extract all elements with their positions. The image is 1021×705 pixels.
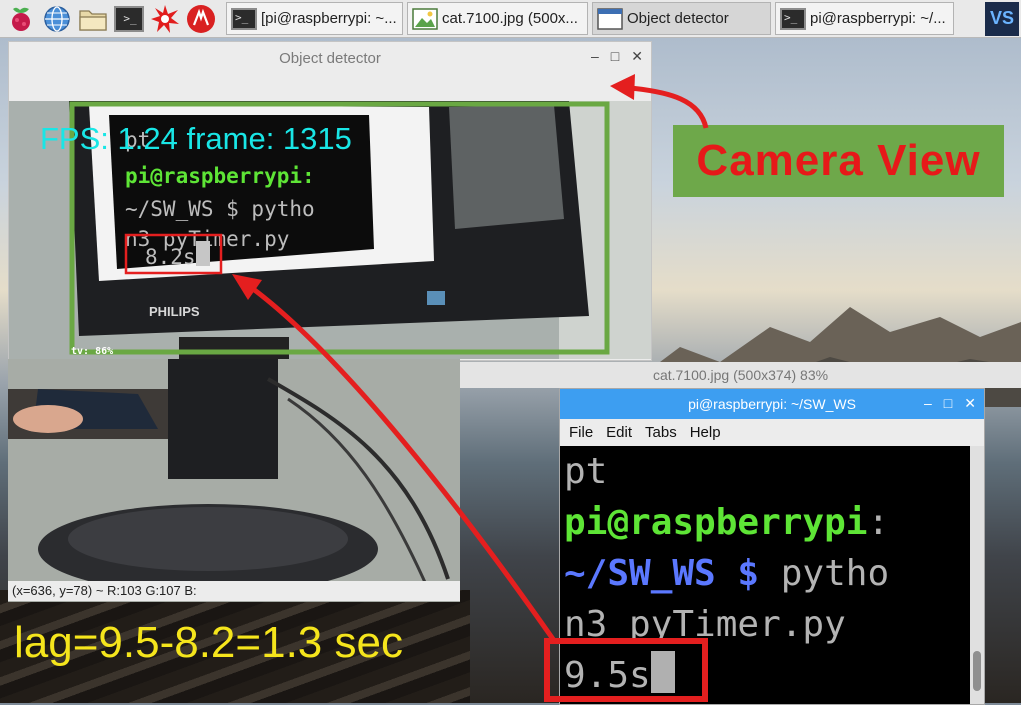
- terminal-icon[interactable]: >_: [114, 5, 144, 32]
- terminal-icon: >_: [231, 7, 257, 30]
- globe-icon[interactable]: [42, 4, 72, 34]
- menu-file[interactable]: File: [569, 424, 593, 441]
- task-label: Object detector: [627, 10, 729, 27]
- task-label: [pi@raspberrypi: ~...: [261, 10, 397, 27]
- task-label: pi@raspberrypi: ~/...: [810, 10, 946, 27]
- burst-icon[interactable]: [150, 4, 180, 34]
- terminal-output[interactable]: pt pi@raspberrypi: ~/SW_WS $ pytho n3 py…: [560, 446, 970, 704]
- terminal-window: pi@raspberrypi: ~/SW_WS – □ ✕ File Edit …: [559, 388, 985, 705]
- terminal-output-line: 9.5s: [560, 650, 970, 701]
- task-object-detector[interactable]: Object detector: [592, 2, 771, 35]
- screen-time: 8.2s: [145, 245, 196, 269]
- close-icon[interactable]: ✕: [631, 48, 643, 65]
- menu-tabs[interactable]: Tabs: [645, 424, 677, 441]
- window-title: Object detector: [279, 49, 381, 67]
- object-detector-window: Object detector – □ ✕ PHILIPS pt pi@rasp…: [8, 41, 652, 361]
- scrollbar-thumb[interactable]: [973, 651, 981, 691]
- terminal-title: pi@raspberrypi: ~/SW_WS: [688, 396, 856, 412]
- timer-output: 9.5s: [564, 655, 651, 696]
- command-part-2: n3 pyTimer.py: [564, 604, 846, 645]
- close-icon[interactable]: ✕: [964, 395, 976, 412]
- task-terminal-2[interactable]: >_ pi@raspberrypi: ~/...: [775, 2, 954, 35]
- terminal-icon: >_: [780, 7, 806, 30]
- monitor-brand: PHILIPS: [149, 304, 200, 319]
- camera-view-label: Camera View: [673, 125, 1004, 197]
- task-label: cat.7100.jpg (500x...: [442, 10, 578, 27]
- minimize-icon[interactable]: –: [591, 48, 599, 65]
- terminal-prompt-line: pi@raspberrypi:: [560, 497, 970, 548]
- fps-overlay: FPS: 1.24 frame: 1315: [40, 121, 352, 156]
- wolfram-icon[interactable]: [186, 4, 216, 34]
- minimize-icon[interactable]: –: [924, 395, 932, 412]
- detection-label: tv: 86%: [71, 346, 113, 357]
- window-icon: [597, 7, 623, 30]
- image-viewer-titlebar[interactable]: cat.7100.jpg (500x374) 83%: [460, 362, 1021, 388]
- prompt-user: pi@raspberrypi: [564, 502, 868, 543]
- terminal-scrollbar[interactable]: [970, 446, 984, 704]
- prompt-colon: :: [867, 502, 890, 543]
- screen-line-2: pi@raspberrypi:: [125, 164, 315, 188]
- screen-line-3: ~/SW_WS $ pytho: [125, 197, 315, 221]
- terminal-cursor: [650, 651, 675, 693]
- task-terminal-1[interactable]: >_ [pi@raspberrypi: ~...: [226, 2, 403, 35]
- image-viewer-title: cat.7100.jpg (500x374) 83%: [652, 367, 829, 383]
- raspberry-icon[interactable]: [6, 4, 36, 34]
- vs-tray-icon[interactable]: VS: [985, 1, 1019, 36]
- terminal-titlebar[interactable]: pi@raspberrypi: ~/SW_WS – □ ✕: [560, 389, 984, 419]
- taskbar: >_ >_ [pi@raspberrypi: ~... cat.7100.jpg…: [0, 0, 1021, 38]
- terminal-line: pt: [564, 451, 608, 492]
- prompt-path: ~/SW_WS $: [564, 553, 760, 594]
- folder-icon[interactable]: [78, 4, 108, 34]
- command-part-1: pytho: [759, 553, 890, 594]
- menu-edit[interactable]: Edit: [606, 424, 632, 441]
- image-viewer-content: [8, 359, 460, 602]
- maximize-icon[interactable]: □: [611, 48, 619, 65]
- image-status-bar: (x=636, y=78) ~ R:103 G:107 B:: [8, 581, 460, 601]
- pixel-readout: (x=636, y=78) ~ R:103 G:107 B:: [12, 583, 197, 598]
- maximize-icon[interactable]: □: [944, 395, 952, 412]
- menu-help[interactable]: Help: [690, 424, 721, 441]
- task-image-viewer[interactable]: cat.7100.jpg (500x...: [407, 2, 588, 35]
- image-icon: [412, 7, 438, 30]
- lag-annotation: lag=9.5-8.2=1.3 sec: [14, 618, 403, 667]
- terminal-menubar: File Edit Tabs Help: [560, 419, 984, 445]
- terminal-command-line: ~/SW_WS $ pytho: [560, 548, 970, 599]
- window-titlebar[interactable]: Object detector – □ ✕: [9, 42, 651, 74]
